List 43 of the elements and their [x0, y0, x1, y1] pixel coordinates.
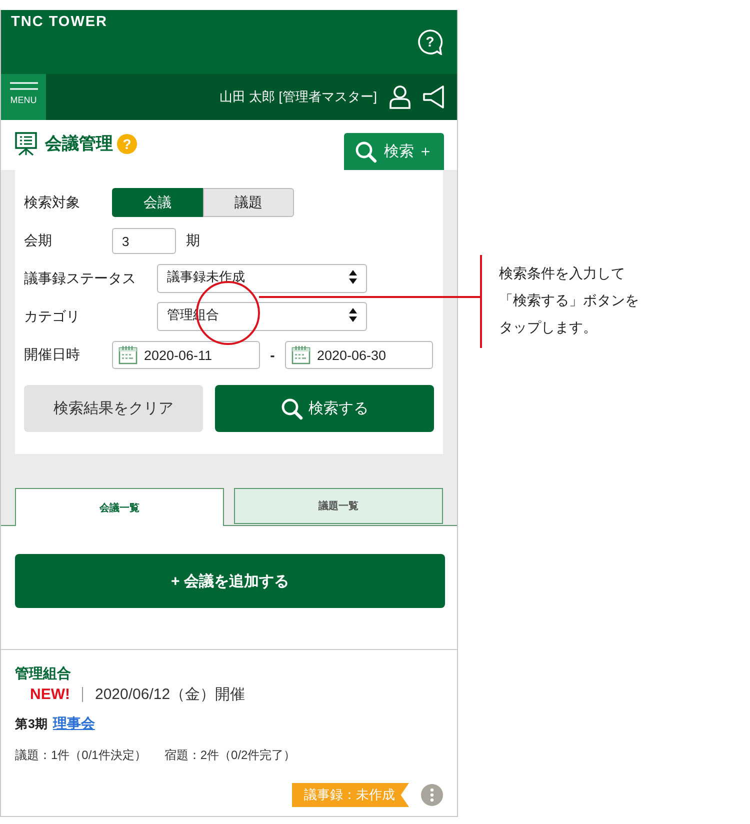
list-tab[interactable]: 議題一覧 — [234, 488, 443, 524]
date-from-field[interactable]: 2020-06-11 — [112, 341, 260, 369]
presentation-board-icon — [15, 132, 37, 156]
new-label: NEW! — [30, 686, 70, 703]
meeting-term: 第3期 — [15, 716, 48, 733]
callout-text: 検索条件を入力して 「検索する」ボタンを タップします。 — [499, 264, 639, 337]
field-label: カテゴリ — [24, 308, 81, 326]
unit-label: 期 — [186, 232, 200, 250]
meeting-date: 2020/06/12（金）開催 — [95, 685, 246, 704]
search-toggle-button[interactable]: 検索 ＋ — [344, 133, 444, 170]
hamburger-icon — [10, 82, 38, 90]
field-label: 検索対象 — [24, 194, 81, 212]
page-title: 会議管理 — [45, 133, 113, 155]
select-arrows-icon — [349, 308, 357, 322]
meeting-category: 管理組合 — [15, 665, 71, 683]
user-icon[interactable] — [389, 85, 411, 109]
calendar-icon — [118, 345, 138, 365]
term-input[interactable]: 3 — [112, 228, 176, 254]
agenda-count: 議題：1件（0/1件決定） — [15, 747, 146, 764]
field-label: 議事録ステータス — [24, 270, 137, 288]
brand-logo: TNC TOWER — [11, 14, 108, 32]
menu-button[interactable]: MENU — [1, 74, 46, 120]
megaphone-icon[interactable] — [423, 85, 445, 109]
meeting-name-link[interactable]: 理事会 — [52, 715, 95, 733]
user-name: 山田 太郎 [管理者マスター] — [220, 88, 377, 106]
segment-tab[interactable]: 会議 — [112, 188, 203, 217]
segment-tab[interactable]: 議題 — [203, 188, 294, 217]
list-tab[interactable]: 会議一覧 — [15, 488, 224, 526]
range-separator: - — [269, 347, 276, 363]
field-label: 会期 — [24, 232, 53, 250]
status-select[interactable]: 議事録未作成 — [157, 264, 367, 293]
date-to-field[interactable]: 2020-06-30 — [285, 341, 433, 369]
search-icon — [354, 140, 377, 162]
field-label: 開催日時 — [24, 346, 81, 364]
minutes-status-tag: 議事録：未作成 — [292, 783, 409, 807]
homework-count: 宿題：2件（0/2件完了） — [164, 747, 296, 764]
search-icon — [280, 398, 302, 420]
clear-results-button[interactable]: 検索結果をクリア — [24, 385, 203, 432]
search-button[interactable]: 検索する — [215, 385, 434, 432]
add-meeting-button[interactable]: + 会議を追加する — [15, 554, 445, 608]
select-arrows-icon — [349, 270, 357, 284]
calendar-icon — [291, 345, 311, 365]
help-icon[interactable]: ? — [417, 29, 443, 55]
